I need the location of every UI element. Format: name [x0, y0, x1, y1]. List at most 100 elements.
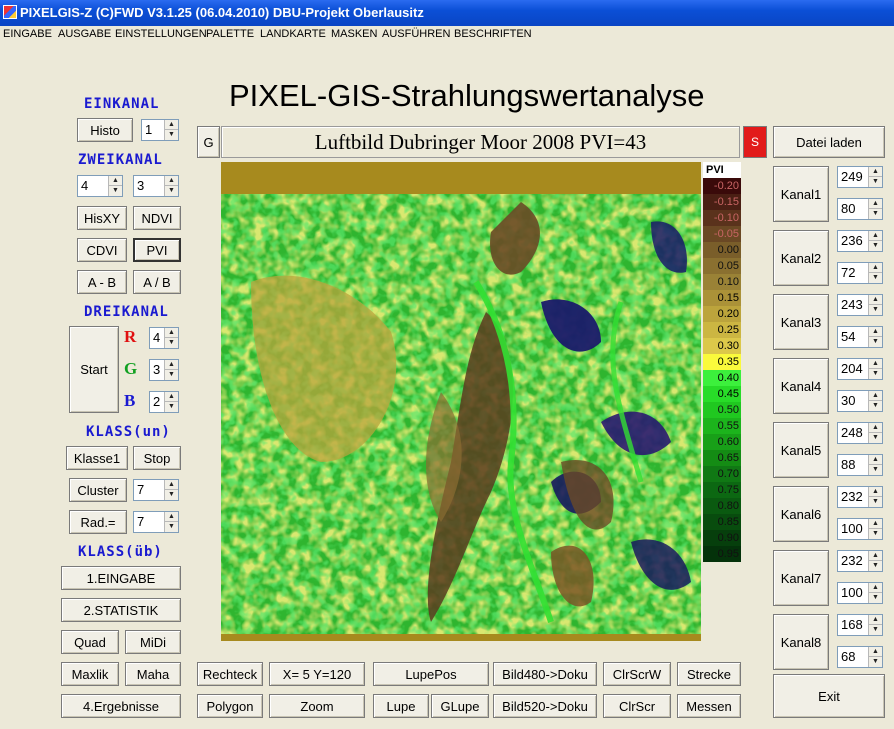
spin-down-icon[interactable]: ▼	[869, 273, 882, 283]
spin-down-icon[interactable]: ▼	[165, 130, 178, 140]
spin-down-icon[interactable]: ▼	[869, 369, 882, 379]
midi-button[interactable]: MiDi	[125, 630, 181, 654]
spin-down-icon[interactable]: ▼	[869, 401, 882, 411]
spin-down-icon[interactable]: ▼	[869, 529, 882, 539]
rechteck-button[interactable]: Rechteck	[197, 662, 263, 686]
ndvi-button[interactable]: NDVI	[133, 206, 181, 230]
polygon-button[interactable]: Polygon	[197, 694, 263, 718]
kanal3-lower-spinner[interactable]: 54 ▲ ▼	[837, 326, 883, 348]
spin-up-icon[interactable]: ▲	[869, 423, 882, 433]
bild480-doku-button[interactable]: Bild480->Doku	[493, 662, 597, 686]
einkanal-channel-spinner[interactable]: 1 ▲ ▼	[141, 119, 179, 141]
kanal4-button[interactable]: Kanal4	[773, 358, 829, 414]
cluster-button[interactable]: Cluster	[69, 478, 127, 502]
menu-masken[interactable]: MASKEN	[331, 28, 377, 40]
spin-down-icon[interactable]: ▼	[869, 593, 882, 603]
spin-up-icon[interactable]: ▲	[869, 167, 882, 177]
spin-up-icon[interactable]: ▲	[869, 551, 882, 561]
start-button[interactable]: Start	[69, 326, 119, 413]
s-button[interactable]: S	[743, 126, 767, 158]
radius-button[interactable]: Rad.=	[69, 510, 127, 534]
menu-landkarte[interactable]: LANDKARTE	[260, 28, 326, 40]
exit-button[interactable]: Exit	[773, 674, 885, 718]
spin-up-icon[interactable]: ▲	[165, 328, 178, 338]
clrscr-button[interactable]: ClrScr	[603, 694, 671, 718]
spin-down-icon[interactable]: ▼	[165, 370, 178, 380]
spin-down-icon[interactable]: ▼	[869, 497, 882, 507]
menu-ausfuehren[interactable]: AUSFÜHREN	[382, 28, 450, 40]
kanal5-button[interactable]: Kanal5	[773, 422, 829, 478]
spin-down-icon[interactable]: ▼	[109, 186, 122, 196]
eingabe-button[interactable]: 1.EINGABE	[61, 566, 181, 590]
menu-palette[interactable]: PALETTE	[206, 28, 254, 40]
bild520-doku-button[interactable]: Bild520->Doku	[493, 694, 597, 718]
spin-down-icon[interactable]: ▼	[869, 465, 882, 475]
kanal8-upper-spinner[interactable]: 168 ▲ ▼	[837, 614, 883, 636]
a-minus-b-button[interactable]: A - B	[77, 270, 127, 294]
a-div-b-button[interactable]: A / B	[133, 270, 181, 294]
maxlik-button[interactable]: Maxlik	[61, 662, 119, 686]
kanal2-lower-spinner[interactable]: 72 ▲ ▼	[837, 262, 883, 284]
maha-button[interactable]: Maha	[125, 662, 181, 686]
histo-button[interactable]: Histo	[77, 118, 133, 142]
kanal8-button[interactable]: Kanal8	[773, 614, 829, 670]
spin-down-icon[interactable]: ▼	[869, 625, 882, 635]
ergebnisse-button[interactable]: 4.Ergebnisse	[61, 694, 181, 718]
strecke-button[interactable]: Strecke	[677, 662, 741, 686]
stop-button[interactable]: Stop	[133, 446, 181, 470]
b-channel-spinner[interactable]: 2 ▲ ▼	[149, 391, 179, 413]
kanal5-upper-spinner[interactable]: 248 ▲ ▼	[837, 422, 883, 444]
klasse1-button[interactable]: Klasse1	[66, 446, 128, 470]
spin-down-icon[interactable]: ▼	[869, 657, 882, 667]
menu-eingabe[interactable]: EINGABE	[3, 28, 52, 40]
spin-down-icon[interactable]: ▼	[165, 338, 178, 348]
spin-up-icon[interactable]: ▲	[869, 327, 882, 337]
kanal3-button[interactable]: Kanal3	[773, 294, 829, 350]
clrscrw-button[interactable]: ClrScrW	[603, 662, 671, 686]
zweikanal-a-spinner[interactable]: 4 ▲ ▼	[77, 175, 123, 197]
spin-down-icon[interactable]: ▼	[869, 241, 882, 251]
pvi-map-image[interactable]	[221, 162, 701, 641]
spin-up-icon[interactable]: ▲	[869, 295, 882, 305]
spin-up-icon[interactable]: ▲	[165, 360, 178, 370]
spin-up-icon[interactable]: ▲	[869, 583, 882, 593]
kanal7-button[interactable]: Kanal7	[773, 550, 829, 606]
kanal2-upper-spinner[interactable]: 236 ▲ ▼	[837, 230, 883, 252]
zoom-button[interactable]: Zoom	[269, 694, 365, 718]
kanal4-upper-spinner[interactable]: 204 ▲ ▼	[837, 358, 883, 380]
glupe-button[interactable]: GLupe	[431, 694, 489, 718]
kanal1-lower-spinner[interactable]: 80 ▲ ▼	[837, 198, 883, 220]
spin-up-icon[interactable]: ▲	[869, 455, 882, 465]
window-title-bar[interactable]: PIXELGIS-Z (C)FWD V3.1.25 (06.04.2010) D…	[0, 0, 894, 26]
menu-beschriften[interactable]: BESCHRIFTEN	[454, 28, 532, 40]
zweikanal-b-spinner[interactable]: 3 ▲ ▼	[133, 175, 179, 197]
menu-ausgabe[interactable]: AUSGABE	[58, 28, 111, 40]
spin-down-icon[interactable]: ▼	[165, 522, 178, 532]
spin-up-icon[interactable]: ▲	[109, 176, 122, 186]
spin-down-icon[interactable]: ▼	[869, 177, 882, 187]
spin-up-icon[interactable]: ▲	[165, 480, 178, 490]
radius-spinner[interactable]: 7 ▲ ▼	[133, 511, 179, 533]
spin-up-icon[interactable]: ▲	[869, 519, 882, 529]
cluster-spinner[interactable]: 7 ▲ ▼	[133, 479, 179, 501]
kanal1-button[interactable]: Kanal1	[773, 166, 829, 222]
statistik-button[interactable]: 2.STATISTIK	[61, 598, 181, 622]
messen-button[interactable]: Messen	[677, 694, 741, 718]
kanal3-upper-spinner[interactable]: 243 ▲ ▼	[837, 294, 883, 316]
spin-up-icon[interactable]: ▲	[165, 512, 178, 522]
spin-down-icon[interactable]: ▼	[165, 402, 178, 412]
spin-up-icon[interactable]: ▲	[869, 359, 882, 369]
spin-up-icon[interactable]: ▲	[869, 231, 882, 241]
kanal6-lower-spinner[interactable]: 100 ▲ ▼	[837, 518, 883, 540]
hisxy-button[interactable]: HisXY	[77, 206, 127, 230]
spin-up-icon[interactable]: ▲	[869, 391, 882, 401]
kanal4-lower-spinner[interactable]: 30 ▲ ▼	[837, 390, 883, 412]
kanal7-upper-spinner[interactable]: 232 ▲ ▼	[837, 550, 883, 572]
lupepos-button[interactable]: LupePos	[373, 662, 489, 686]
menu-einstellungen[interactable]: EINSTELLUNGEN	[115, 28, 207, 40]
spin-down-icon[interactable]: ▼	[869, 561, 882, 571]
spin-down-icon[interactable]: ▼	[869, 337, 882, 347]
g-button[interactable]: G	[197, 126, 220, 158]
quad-button[interactable]: Quad	[61, 630, 119, 654]
spin-down-icon[interactable]: ▼	[869, 433, 882, 443]
